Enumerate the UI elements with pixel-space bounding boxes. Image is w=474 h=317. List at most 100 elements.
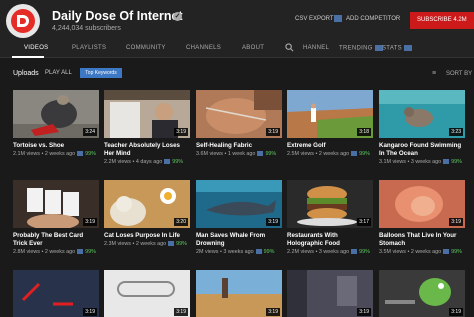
csv-export-icon[interactable] — [334, 15, 342, 22]
video-duration: 3:23 — [449, 128, 463, 136]
video-duration: 3:17 — [357, 218, 371, 226]
video-thumbnail[interactable]: 3:19 — [379, 180, 465, 228]
play-all-button[interactable]: PLAY ALL — [45, 70, 72, 76]
video-thumbnail[interactable]: 3:18 — [287, 90, 373, 138]
search-icon[interactable] — [285, 43, 294, 52]
video-thumbnail[interactable]: 3:19 — [196, 90, 282, 138]
stats-icon — [77, 249, 84, 255]
video-thumbnail[interactable]: 3:24 — [13, 90, 99, 138]
video-meta: 2.3M views • 2 weeks ago 99% — [104, 241, 187, 247]
channel-avatar[interactable] — [6, 4, 40, 38]
video-title[interactable]: Kangaroo Found Swimming In The Ocean — [379, 142, 465, 158]
tab-playlists[interactable]: PLAYLISTS — [72, 45, 106, 51]
video-duration: 3:19 — [357, 308, 371, 316]
video-meta: 2.2M views • 4 days ago 99% — [104, 159, 184, 165]
tab-community[interactable]: COMMUNITY — [126, 45, 166, 51]
video-title[interactable]: Teacher Absolutely Loses Her Mind — [104, 142, 190, 158]
stats-icon — [77, 151, 84, 157]
video-thumbnail[interactable]: 3:20 — [104, 180, 190, 228]
video-age: 2 weeks ago — [135, 241, 167, 247]
video-thumbnail[interactable]: 3:19 — [379, 270, 465, 317]
video-duration: 3:19 — [266, 128, 280, 136]
stats-icon — [255, 249, 262, 255]
tab-videos[interactable]: VIDEOS — [24, 45, 48, 51]
video-title[interactable]: Man Saves Whale From Drowning — [196, 232, 282, 248]
video-meta: 3.5M views • 2 weeks ago 99% — [379, 249, 462, 255]
tab-about[interactable]: ABOUT — [242, 45, 264, 51]
video-title[interactable]: Balloons That Live In Your Stomach — [379, 232, 465, 248]
tab-channels[interactable]: CHANNELS — [186, 45, 221, 51]
video-meta: 2.5M views • 2 weeks ago 99% — [287, 151, 370, 157]
top-keywords-button[interactable]: Top Keywords — [80, 68, 122, 78]
stats-icon — [403, 45, 412, 51]
tab-stats[interactable]: STATS — [382, 45, 412, 52]
video-age: 3 weeks ago — [410, 159, 442, 165]
video-duration: 3:20 — [174, 218, 188, 226]
subscriber-count: 4,244,034 subscribers — [52, 25, 121, 32]
video-title[interactable]: Tortoise vs. Shoe — [13, 142, 99, 150]
video-views: 3.1M views — [379, 159, 406, 165]
video-thumbnail[interactable]: 3:23 — [379, 90, 465, 138]
video-meta: 2.2M views • 3 weeks ago 99% — [287, 249, 370, 255]
video-views: 2M views — [196, 249, 219, 255]
tab-trending[interactable]: TRENDING — [339, 45, 383, 52]
video-rating: 99% — [359, 151, 370, 157]
video-title[interactable]: Cat Loses Purpose In Life — [104, 232, 190, 240]
channel-title[interactable]: Daily Dose Of Internet — [52, 9, 183, 23]
video-meta: 2.8M views • 2 weeks ago 99% — [13, 249, 96, 255]
video-duration: 3:19 — [83, 218, 97, 226]
video-rating: 99% — [85, 151, 96, 157]
tab-channel[interactable]: HANNEL — [303, 45, 329, 51]
tab-stats-label: STATS — [382, 45, 402, 52]
video-title[interactable]: Probably The Best Card Trick Ever — [13, 232, 99, 248]
video-views: 2.2M views — [104, 159, 131, 165]
video-title[interactable]: Extreme Golf — [287, 142, 373, 150]
csv-export-button[interactable]: CSV EXPORT — [295, 16, 334, 22]
channel-header: Daily Dose Of Internet ✓ 4,244,034 subsc… — [0, 0, 474, 40]
stats-icon — [443, 159, 450, 165]
video-duration: 3:19 — [83, 308, 97, 316]
video-meta: 3.1M views • 3 weeks ago 99% — [379, 159, 462, 165]
video-title[interactable]: Restaurants With Holographic Food — [287, 232, 373, 248]
sort-icon[interactable]: ≡ — [432, 70, 436, 77]
subscribe-button[interactable]: SUBSCRIBE 4.2M — [410, 12, 474, 29]
video-thumbnail[interactable]: 3:19 — [104, 90, 190, 138]
video-age: 1 week ago — [227, 151, 256, 157]
tab-active-indicator — [12, 56, 44, 58]
add-competitor-button[interactable]: ADD COMPETITOR — [346, 16, 400, 22]
video-title[interactable]: Self-Healing Fabric — [196, 142, 282, 150]
uploads-heading: Uploads — [13, 70, 39, 77]
video-duration: 3:19 — [174, 308, 188, 316]
video-views: 2.2M views — [287, 249, 314, 255]
video-meta: 3.6M views • 1 week ago 99% — [196, 151, 277, 157]
video-rating: 99% — [85, 249, 96, 255]
video-thumbnail[interactable]: 3:19 — [104, 270, 190, 317]
video-thumbnail[interactable]: 3:19 — [287, 270, 373, 317]
video-age: 3 weeks ago — [318, 249, 350, 255]
verified-icon: ✓ — [173, 12, 182, 21]
video-thumbnail[interactable]: 3:19 — [13, 180, 99, 228]
video-thumbnail[interactable]: 3:19 — [196, 270, 282, 317]
stats-icon — [257, 151, 264, 157]
video-rating: 99% — [359, 249, 370, 255]
video-rating: 99% — [172, 159, 184, 165]
video-meta: 2M views • 3 weeks ago 99% — [196, 249, 275, 255]
stats-icon — [443, 249, 450, 255]
video-thumbnail[interactable]: 3:19 — [196, 180, 282, 228]
video-duration: 3:19 — [449, 308, 463, 316]
video-views: 2.5M views — [287, 151, 314, 157]
channel-tabs: VIDEOS PLAYLISTS COMMUNITY CHANNELS ABOU… — [0, 40, 474, 58]
channel-logo-icon — [11, 9, 35, 33]
video-thumbnail[interactable]: 3:17 — [287, 180, 373, 228]
video-duration: 3:18 — [357, 128, 371, 136]
video-rating: 99% — [265, 151, 277, 157]
video-views: 3.6M views — [196, 151, 223, 157]
video-rating: 99% — [451, 249, 462, 255]
video-views: 2.8M views — [13, 249, 40, 255]
sort-by-button[interactable]: SORT BY — [446, 71, 472, 77]
video-duration: 3:19 — [449, 218, 463, 226]
video-duration: 3:19 — [174, 128, 188, 136]
video-age: 2 weeks ago — [318, 151, 350, 157]
video-views: 2.1M views — [13, 151, 40, 157]
video-thumbnail[interactable]: 3:19 — [13, 270, 99, 317]
